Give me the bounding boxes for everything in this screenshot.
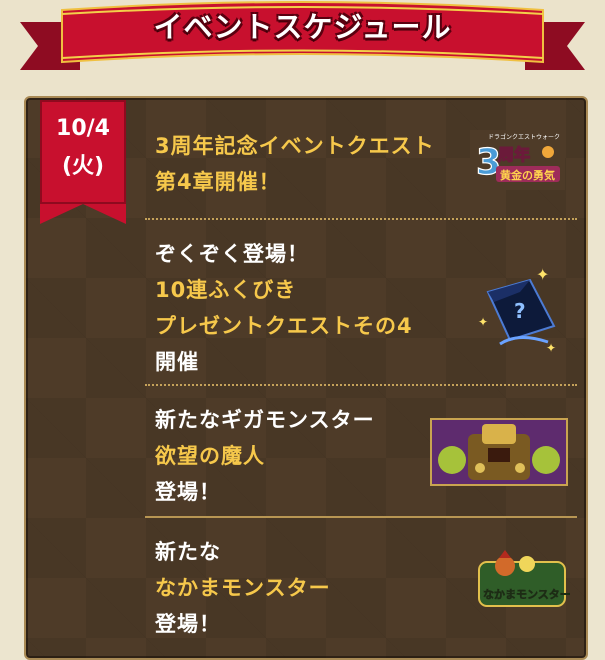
event-3-line-1: 新たなギガモンスター [155, 408, 375, 432]
svg-text:周年: 周年 [498, 145, 530, 164]
date-day: 10/4 [56, 116, 110, 141]
svg-text:なかまモンスター: なかまモンスター [483, 588, 570, 601]
separator [145, 516, 577, 518]
monster-badge-icon[interactable]: なかまモンスター [475, 550, 570, 610]
event-2-line-3: プレゼントクエストその4 [155, 314, 413, 338]
event-3-line-2: 欲望の魔人 [155, 444, 265, 468]
event-2-line-4: 開催 [155, 350, 199, 374]
mystery-bag-icon[interactable]: ? ✦ ✦ ✦ [470, 262, 565, 352]
svg-text:✦: ✦ [546, 341, 556, 352]
event-4-line-3: 登場！ [155, 612, 221, 636]
anniversary-logo[interactable]: 3 周年 黄金の勇気 ドラゴンクエストウォーク [470, 130, 565, 190]
page-title: イベントスケジュール [153, 10, 452, 44]
svg-text:✦: ✦ [478, 315, 488, 329]
svg-text:✦: ✦ [536, 265, 549, 284]
date-badge: 10/4 (火) [40, 100, 126, 224]
event-2-line-1: ぞくぞく登場！ [155, 242, 309, 266]
event-4-line-2: なかまモンスター [155, 576, 331, 600]
date-weekday: (火) [61, 154, 105, 179]
separator [145, 218, 577, 220]
giga-monster-thumbnail[interactable] [430, 418, 568, 486]
separator [145, 384, 577, 386]
svg-text:黄金の勇気: 黄金の勇気 [500, 168, 555, 182]
svg-text:?: ? [514, 299, 526, 323]
event-2-line-2: 10連ふくびき [155, 278, 297, 302]
event-1-line-2: 第4章開催！ [155, 170, 281, 194]
event-1-line-1: 3周年記念イベントクエスト [155, 134, 435, 158]
event-3-line-3: 登場！ [155, 480, 221, 504]
svg-text:ドラゴンクエストウォーク: ドラゴンクエストウォーク [488, 133, 560, 141]
event-4-line-1: 新たな [155, 540, 221, 564]
